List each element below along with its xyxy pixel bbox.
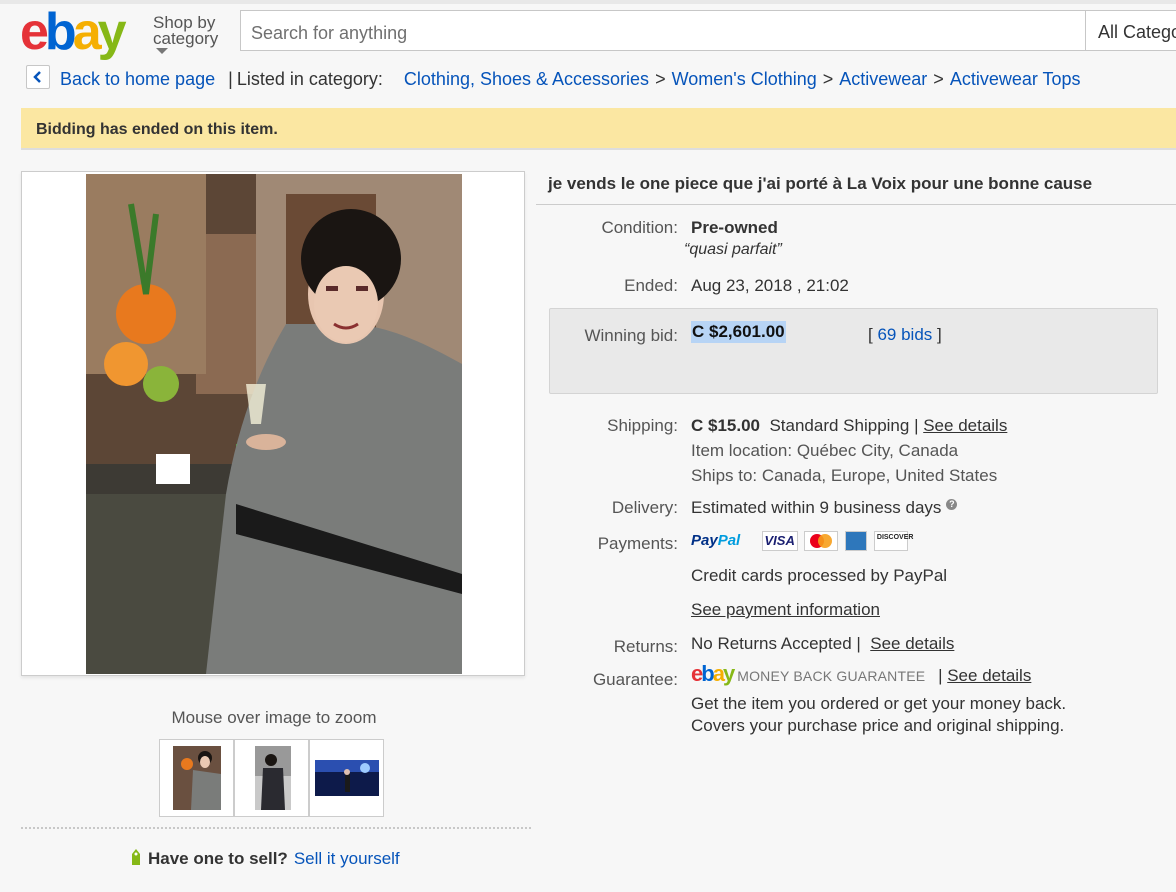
top-strip: [0, 0, 1176, 4]
condition-note-text: quasi parfait: [689, 241, 777, 258]
ebay-logo[interactable]: ebay: [20, 6, 127, 58]
breadcrumb: Back to home page | Listed in category: C…: [60, 69, 1081, 90]
divider: [536, 204, 1176, 205]
guarantee-line-2: Covers your purchase price and original …: [691, 716, 1065, 735]
shipping-method: Standard Shipping: [769, 416, 910, 435]
category-label: category: [153, 29, 219, 48]
returns-text: No Returns Accepted: [691, 634, 852, 653]
item-title: je vends le one piece que j'ai porté à L…: [548, 174, 1093, 193]
ships-to: Ships to: Canada, Europe, United States: [691, 466, 998, 485]
payments-label: Payments:: [597, 534, 678, 553]
winning-bid-panel: [549, 308, 1158, 394]
sell-prompt: Have one to sell? Sell it yourself: [130, 848, 400, 869]
shipping-see-details-link[interactable]: See details: [923, 416, 1007, 435]
condition-value: Pre-owned: [691, 218, 778, 237]
back-home-link[interactable]: Back to home page: [60, 69, 215, 89]
ended-value: Aug 23, 2018 , 21:02: [691, 276, 849, 295]
thumbnail-2[interactable]: [234, 739, 309, 817]
breadcrumb-item-clothing[interactable]: Clothing, Shoes & Accessories: [404, 69, 649, 89]
help-icon[interactable]: ?: [946, 499, 958, 510]
breadcrumb-item-activewear-tops[interactable]: Activewear Tops: [950, 69, 1081, 89]
breadcrumb-separator: >: [655, 69, 666, 89]
shipping-value: C $15.00 Standard Shipping | See details: [691, 416, 1008, 435]
listed-in-label: Listed in category:: [236, 69, 383, 89]
paypal-logo: PayPal: [691, 532, 741, 549]
breadcrumb-item-activewear[interactable]: Activewear: [839, 69, 927, 89]
credit-cards-text: Credit cards processed by PayPal: [691, 566, 948, 585]
thumbnail-1[interactable]: [159, 739, 234, 817]
sell-it-yourself-link[interactable]: Sell it yourself: [294, 849, 400, 868]
guarantee-label: Guarantee:: [592, 670, 678, 689]
winning-bid-amount: C $2,601.00: [691, 321, 786, 343]
delivery-text: Estimated within 9 business days: [691, 498, 942, 517]
main-image-container[interactable]: [21, 171, 525, 676]
category-select[interactable]: All Categories: [1085, 10, 1176, 51]
see-payment-info-link[interactable]: See payment information: [691, 600, 880, 620]
bid-history-link[interactable]: 69 bids: [877, 325, 932, 344]
returns-label: Returns:: [613, 637, 678, 656]
see-payment-info-text[interactable]: See payment information: [691, 600, 880, 619]
mastercard-icon: [804, 530, 839, 551]
returns-value: No Returns Accepted | See details: [691, 634, 955, 653]
divider-dotted: [21, 827, 531, 829]
divider: |: [228, 69, 233, 89]
amex-card-icon: [845, 530, 868, 551]
winning-bid-label: Winning bid:: [584, 326, 678, 345]
visa-card-icon: VISA: [761, 530, 798, 551]
thumbnail-3[interactable]: [309, 739, 384, 817]
shipping-price: C $15.00: [691, 416, 760, 435]
payment-methods: PayPal VISA DISCOVER: [691, 530, 913, 551]
delivery-value: Estimated within 9 business days?: [691, 498, 958, 518]
shop-by-category-button[interactable]: Shop by category: [153, 14, 219, 54]
ebay-mbg-logo: ebay: [691, 661, 735, 686]
returns-see-details-link[interactable]: See details: [870, 634, 954, 653]
shipping-label: Shipping:: [607, 416, 678, 435]
bid-count: [ 69 bids ]: [868, 325, 942, 344]
item-location: Item location: Québec City, Canada: [691, 441, 959, 460]
breadcrumb-separator: >: [933, 69, 944, 89]
ended-label: Ended:: [624, 276, 678, 295]
price-tag-icon: [132, 849, 140, 865]
breadcrumb-separator: >: [822, 69, 834, 89]
main-product-photo[interactable]: [86, 174, 462, 674]
condition-note: “quasi parfait”: [684, 241, 782, 258]
money-back-guarantee: ebay MONEY BACK GUARANTEE | See details: [691, 661, 1032, 686]
bidding-ended-banner: Bidding has ended on this item.: [21, 108, 1176, 150]
chevron-down-icon: [156, 48, 168, 54]
back-arrow-button[interactable]: [26, 65, 50, 89]
search-input[interactable]: Search for anything: [240, 10, 1086, 51]
delivery-label: Delivery:: [611, 498, 678, 517]
breadcrumb-item-womens[interactable]: Women's Clothing: [672, 69, 817, 89]
discover-card-icon: DISCOVER: [873, 530, 913, 551]
mbg-text: MONEY BACK GUARANTEE: [737, 668, 926, 684]
guarantee-line-1: Get the item you ordered or get your mon…: [691, 694, 1067, 713]
zoom-hint: Mouse over image to zoom: [171, 708, 377, 727]
guarantee-see-details-link[interactable]: See details: [947, 666, 1031, 685]
condition-label: Condition:: [601, 218, 678, 237]
sell-question: Have one to sell?: [148, 849, 288, 868]
chevron-left-icon: [33, 71, 41, 83]
